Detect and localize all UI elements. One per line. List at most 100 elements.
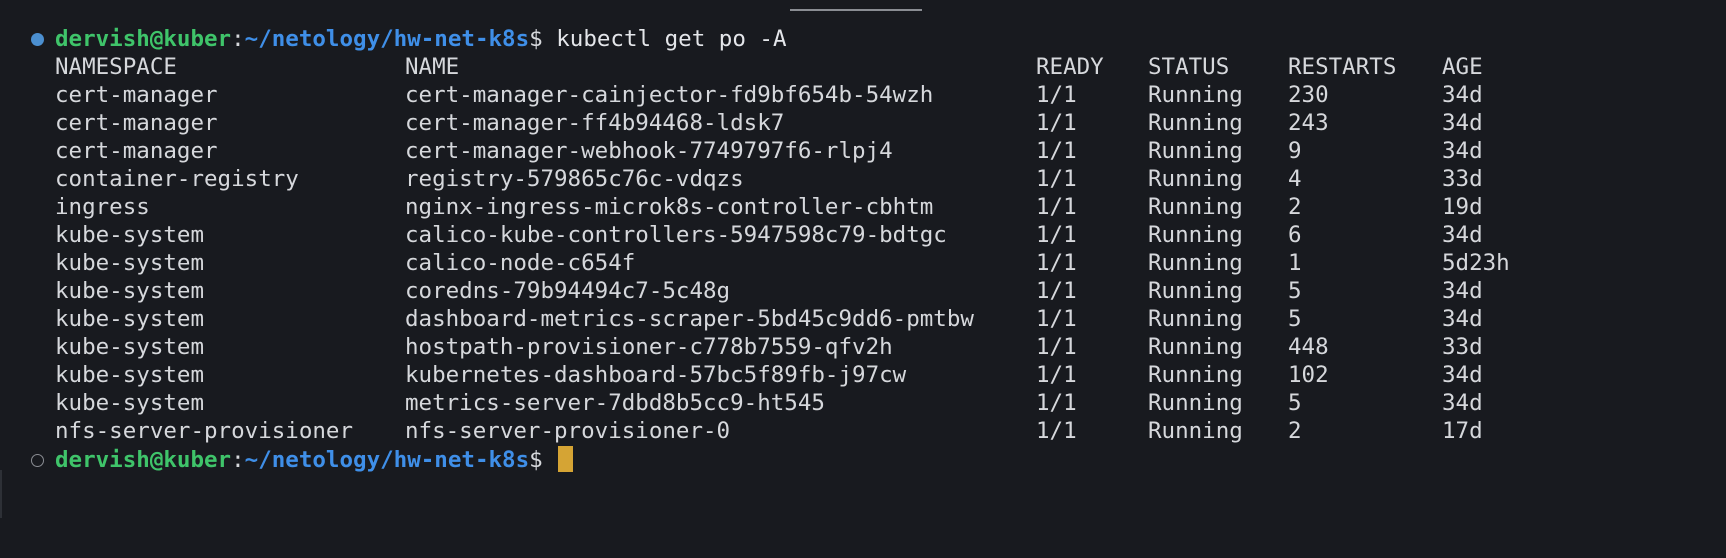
cell-name: kubernetes-dashboard-57bc5f89fb-j97cw: [405, 362, 907, 388]
cell-age: 34d: [1442, 82, 1483, 108]
cell-namespace: cert-manager: [55, 138, 218, 164]
shell-prompt: dervish@kuber:~/netology/hw-net-k8s$ kub…: [55, 25, 787, 53]
table-row: kube-system calico-kube-controllers-59475…: [0, 221, 1726, 249]
cell-namespace: kube-system: [55, 250, 205, 276]
prompt-path: ~/netology/hw-net-k8s: [244, 447, 530, 473]
prompt-dollar: $: [529, 26, 543, 52]
cell-restarts: 1: [1288, 250, 1302, 276]
cell-status: Running: [1148, 334, 1243, 360]
cell-age: 17d: [1442, 418, 1483, 444]
cell-restarts: 2: [1288, 194, 1302, 220]
cell-namespace: kube-system: [55, 390, 205, 416]
prompt-user: dervish@kuber: [55, 26, 232, 52]
prompt-path: ~/netology/hw-net-k8s: [244, 26, 530, 52]
cell-name: hostpath-provisioner-c778b7559-qfv2h: [405, 334, 893, 360]
header-name: NAME: [405, 54, 460, 80]
cell-restarts: 9: [1288, 138, 1302, 164]
cell-status: Running: [1148, 306, 1243, 332]
cell-name: calico-node-c654f: [405, 250, 636, 276]
table-row: kube-system metrics-server-7dbd8b5cc9-ht5…: [0, 389, 1726, 417]
cell-namespace: kube-system: [55, 278, 205, 304]
cell-name: cert-manager-webhook-7749797f6-rlpj4: [405, 138, 893, 164]
cell-status: Running: [1148, 278, 1243, 304]
cell-ready: 1/1: [1036, 362, 1077, 388]
table-row: nfs-server-provisioner nfs-server-provisi…: [0, 417, 1726, 445]
cell-namespace: cert-manager: [55, 110, 218, 136]
table-row: cert-manager cert-manager-cainjector-fd9b…: [0, 81, 1726, 109]
cell-age: 34d: [1442, 110, 1483, 136]
cell-namespace: container-registry: [55, 166, 299, 192]
table-row: kube-system coredns-79b94494c7-5c48g 1/1 Ru…: [0, 277, 1726, 305]
cell-age: 5d23h: [1442, 250, 1510, 276]
cell-status: Running: [1148, 110, 1243, 136]
cell-restarts: 230: [1288, 82, 1329, 108]
cell-status: Running: [1148, 362, 1243, 388]
cell-restarts: 243: [1288, 110, 1329, 136]
header-namespace: NAMESPACE: [55, 54, 177, 80]
cell-restarts: 6: [1288, 222, 1302, 248]
table-row: kube-system hostpath-provisioner-c778b755…: [0, 333, 1726, 361]
cell-namespace: kube-system: [55, 222, 205, 248]
cell-age: 33d: [1442, 166, 1483, 192]
cell-ready: 1/1: [1036, 278, 1077, 304]
header-status: STATUS: [1148, 54, 1230, 80]
command-text: kubectl get po -A: [542, 26, 787, 52]
cell-restarts: 5: [1288, 306, 1302, 332]
cell-name: cert-manager-ff4b94468-ldsk7: [405, 110, 785, 136]
command-finished-marker-icon[interactable]: [31, 33, 44, 46]
terminal-output[interactable]: dervish@kuber:~/netology/hw-net-k8s$ kub…: [0, 0, 1726, 518]
cell-name: nginx-ingress-microk8s-controller-cbhtm: [405, 194, 934, 220]
cell-age: 34d: [1442, 278, 1483, 304]
cell-status: Running: [1148, 390, 1243, 416]
prompt-separator: :: [231, 447, 245, 473]
cell-ready: 1/1: [1036, 138, 1077, 164]
cell-ready: 1/1: [1036, 166, 1077, 192]
cell-age: 34d: [1442, 138, 1483, 164]
cell-ready: 1/1: [1036, 390, 1077, 416]
cell-ready: 1/1: [1036, 250, 1077, 276]
cell-restarts: 5: [1288, 390, 1302, 416]
cell-age: 34d: [1442, 390, 1483, 416]
text-cursor[interactable]: [558, 446, 574, 472]
prompt-separator: :: [231, 26, 245, 52]
cell-namespace: nfs-server-provisioner: [55, 418, 354, 444]
table-row: kube-system kubernetes-dashboard-57bc5f89…: [0, 361, 1726, 389]
cell-status: Running: [1148, 166, 1243, 192]
cell-status: Running: [1148, 418, 1243, 444]
cell-status: Running: [1148, 222, 1243, 248]
cell-age: 34d: [1442, 362, 1483, 388]
table-row: cert-manager cert-manager-ff4b94468-ldsk7…: [0, 109, 1726, 137]
cell-namespace: kube-system: [55, 334, 205, 360]
cell-name: cert-manager-cainjector-fd9bf654b-54wzh: [405, 82, 934, 108]
cell-namespace: ingress: [55, 194, 150, 220]
cell-ready: 1/1: [1036, 418, 1077, 444]
cell-age: 19d: [1442, 194, 1483, 220]
cell-age: 34d: [1442, 306, 1483, 332]
table-row: kube-system calico-node-c654f 1/1 Running 1 5…: [0, 249, 1726, 277]
cell-name: dashboard-metrics-scraper-5bd45c9dd6-pmt…: [405, 306, 974, 332]
table-row: container-registry registry-579865c76c-vd…: [0, 165, 1726, 193]
prompt-dollar: $: [529, 447, 543, 473]
cell-ready: 1/1: [1036, 222, 1077, 248]
prompt-pending-marker-icon: [31, 454, 44, 467]
cell-name: nfs-server-provisioner-0: [405, 418, 731, 444]
header-age: AGE: [1442, 54, 1483, 80]
cell-namespace: kube-system: [55, 306, 205, 332]
cell-ready: 1/1: [1036, 306, 1077, 332]
table-row: ingress nginx-ingress-microk8s-controller…: [0, 193, 1726, 221]
header-restarts: RESTARTS: [1288, 54, 1397, 80]
cell-name: coredns-79b94494c7-5c48g: [405, 278, 731, 304]
cell-restarts: 448: [1288, 334, 1329, 360]
table-row: kube-system dashboard-metrics-scraper-5bd…: [0, 305, 1726, 333]
cell-age: 33d: [1442, 334, 1483, 360]
cell-restarts: 5: [1288, 278, 1302, 304]
prompt-user: dervish@kuber: [55, 447, 232, 473]
cell-restarts: 2: [1288, 418, 1302, 444]
cell-namespace: kube-system: [55, 362, 205, 388]
active-prompt-line: dervish@kuber:~/netology/hw-net-k8s$: [0, 446, 1726, 474]
shell-prompt: dervish@kuber:~/netology/hw-net-k8s$: [55, 446, 574, 474]
header-ready: READY: [1036, 54, 1104, 80]
command-line: dervish@kuber:~/netology/hw-net-k8s$ kub…: [0, 25, 1726, 53]
cell-name: metrics-server-7dbd8b5cc9-ht545: [405, 390, 825, 416]
cell-status: Running: [1148, 82, 1243, 108]
